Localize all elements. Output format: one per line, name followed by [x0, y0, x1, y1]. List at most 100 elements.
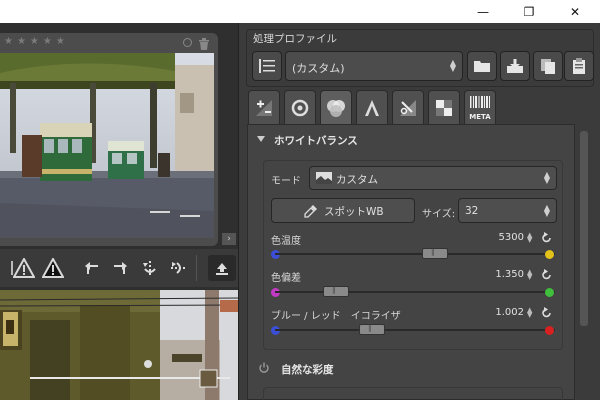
color-icon: [327, 99, 345, 117]
paste-profile-button[interactable]: [564, 51, 594, 81]
restore-icon: ❐: [523, 4, 535, 19]
exposure-icon: [256, 99, 272, 116]
send-to-queue-button[interactable]: [208, 255, 236, 281]
profile-title: 処理プロファイル: [253, 33, 337, 45]
updown-icon: ▲ ▼: [543, 203, 550, 218]
checker-icon: [436, 99, 452, 116]
tool-panel: 処理プロファイル (カスタム) ▲ ▼ META ホワイトバランス モード カス…: [238, 23, 600, 400]
meta-tab-label: META: [469, 112, 491, 121]
tint-label: 色偏差: [271, 273, 301, 284]
chevron-right-icon: ›: [227, 234, 231, 244]
rating-stars[interactable]: ★★★★★: [4, 36, 69, 47]
mode-label: モード: [271, 176, 301, 187]
profile-list-button[interactable]: [252, 51, 282, 81]
minimize-button[interactable]: —: [460, 0, 506, 23]
temperature-label: 色温度: [271, 236, 301, 247]
tint-spin-icon[interactable]: ▲ ▼: [527, 269, 532, 281]
tool-tabs: META: [248, 90, 588, 124]
paste-icon: [573, 58, 585, 74]
power-icon[interactable]: [258, 362, 270, 374]
collapse-arrow-icon[interactable]: [257, 135, 265, 143]
slider-knob[interactable]: [323, 286, 349, 297]
wb-mode-value: カスタム: [336, 174, 378, 186]
transform-icon: [365, 99, 379, 116]
spot-wb-button[interactable]: スポットWB: [271, 198, 415, 223]
updown-icon: ▲ ▼: [449, 58, 456, 73]
shadow-warning-icon[interactable]: [41, 256, 65, 280]
spot-wb-label: スポットWB: [324, 206, 384, 218]
close-button[interactable]: ✕: [552, 0, 598, 23]
toolbar-separator: [196, 255, 197, 281]
folder-icon: [474, 61, 490, 72]
tab-exposure[interactable]: [248, 90, 280, 124]
spot-size-value: 32: [465, 205, 479, 217]
barcode-icon: [470, 96, 490, 108]
save-icon: [507, 59, 523, 73]
close-icon: ✕: [569, 4, 581, 19]
trash-icon[interactable]: [197, 37, 211, 51]
rotate-right-icon[interactable]: [108, 256, 132, 280]
green-color-dot: [545, 288, 554, 297]
save-profile-button[interactable]: [500, 51, 530, 81]
highlight-warning-icon[interactable]: [12, 256, 36, 280]
updown-icon: ▲ ▼: [543, 170, 550, 185]
window-title-bar: — ❐ ✕: [0, 0, 600, 23]
vibrance-title[interactable]: 自然な彩度: [281, 362, 334, 377]
slider-knob[interactable]: [359, 324, 385, 335]
slider-track: [275, 291, 555, 293]
reset-icon[interactable]: [541, 232, 553, 244]
slider-track: [275, 253, 555, 255]
detail-icon: [291, 99, 309, 116]
equalizer-slider[interactable]: [275, 324, 555, 336]
copy-profile-button[interactable]: [533, 51, 563, 81]
profile-select[interactable]: (カスタム) ▲ ▼: [285, 51, 463, 81]
thumbnail-image[interactable]: [0, 53, 214, 238]
tint-value[interactable]: 1.350: [484, 269, 524, 280]
scroll-right-button[interactable]: ›: [222, 233, 236, 245]
tab-color[interactable]: [320, 90, 352, 124]
tab-raw[interactable]: [392, 90, 424, 124]
restore-button[interactable]: ❐: [506, 0, 552, 23]
flip-vertical-icon[interactable]: [138, 256, 162, 280]
open-profile-button[interactable]: [467, 51, 497, 81]
red-color-dot: [545, 326, 554, 335]
white-balance-title[interactable]: ホワイトバランス: [274, 133, 358, 148]
wb-custom-icon: [316, 172, 332, 184]
reset-icon[interactable]: [541, 269, 553, 281]
panel-scrollbar[interactable]: [578, 126, 590, 400]
temperature-spin-icon[interactable]: ▲ ▼: [527, 232, 532, 244]
eyedropper-icon: [304, 205, 317, 218]
reset-icon[interactable]: [541, 307, 553, 319]
equalizer-value[interactable]: 1.002: [484, 307, 524, 318]
warm-color-dot: [545, 250, 554, 259]
tint-slider[interactable]: [275, 286, 555, 298]
spot-size-select[interactable]: 32 ▲ ▼: [458, 198, 557, 223]
tab-meta[interactable]: META: [464, 90, 496, 124]
slider-knob[interactable]: [422, 248, 448, 259]
upload-icon: [216, 263, 228, 275]
flip-horizontal-icon[interactable]: [166, 256, 190, 280]
image-browser-pane: ★★★★★ ›: [0, 23, 238, 400]
wb-mode-select[interactable]: カスタム ▲ ▼: [309, 166, 557, 190]
thumbnail-card[interactable]: ★★★★★: [0, 33, 218, 246]
slider-track: [275, 329, 555, 331]
copy-icon: [541, 59, 555, 74]
white-balance-panel: ホワイトバランス モード カスタム ▲ ▼ スポットWB サイズ: 32 ▲ ▼ 色…: [247, 124, 575, 400]
scrollbar-thumb[interactable]: [580, 131, 588, 326]
main-preview-image[interactable]: [0, 290, 238, 400]
temperature-value[interactable]: 5300: [484, 232, 524, 243]
left-toolbar: [0, 249, 238, 287]
equalizer-label: ブルー / レッド イコライザ: [271, 311, 401, 322]
rotate-left-icon[interactable]: [80, 256, 104, 280]
tab-detail[interactable]: [284, 90, 316, 124]
minimize-icon: —: [477, 4, 489, 19]
color-label-icon[interactable]: [183, 38, 192, 47]
profile-select-value: (カスタム): [292, 62, 345, 75]
tab-advanced[interactable]: [428, 90, 460, 124]
vibrance-controls: [263, 387, 563, 400]
equalizer-spin-icon[interactable]: ▲ ▼: [527, 307, 532, 319]
temperature-slider[interactable]: [275, 248, 555, 260]
tab-transform[interactable]: [356, 90, 388, 124]
list-icon: [259, 59, 275, 73]
size-label: サイズ:: [422, 209, 456, 220]
